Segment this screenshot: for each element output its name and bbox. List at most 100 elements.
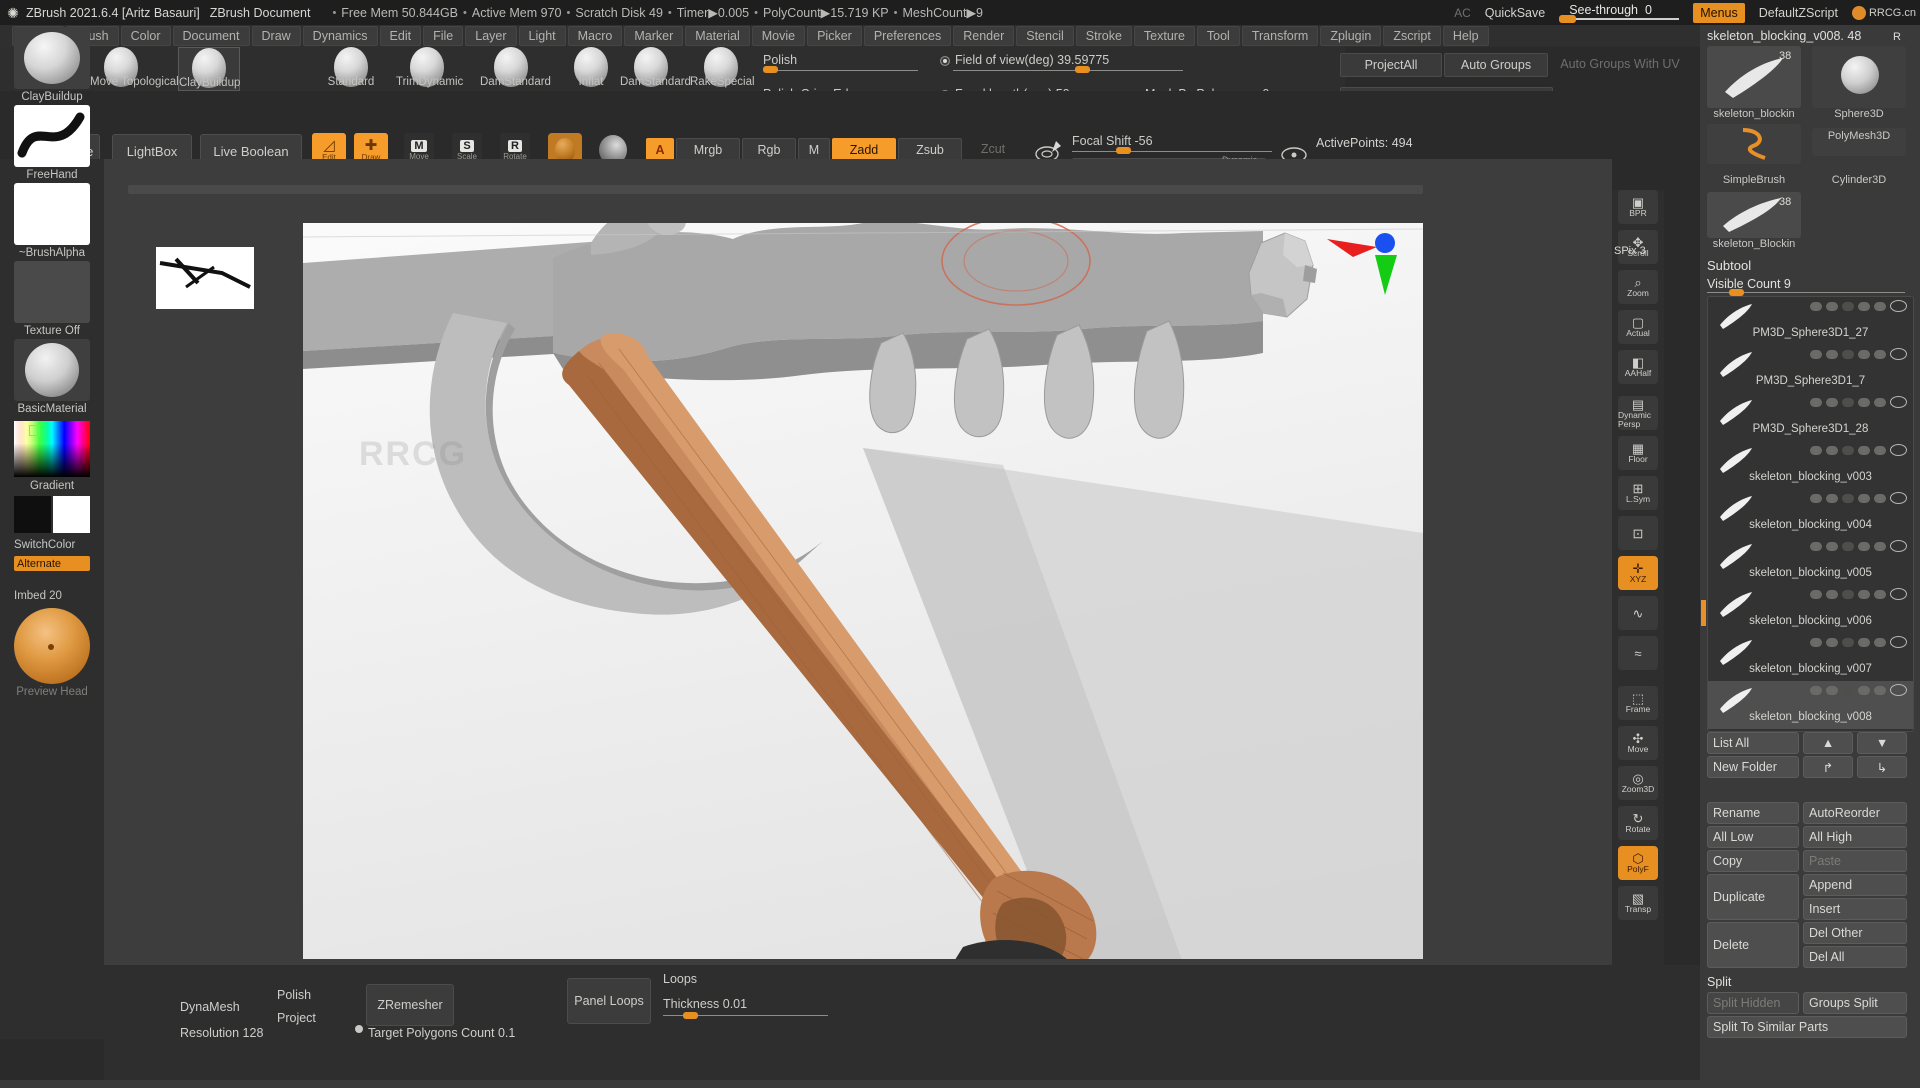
subtool-cage-icon[interactable] [1858, 686, 1870, 695]
subtool-scroll-marker[interactable] [1701, 600, 1706, 626]
del-all-button[interactable]: Del All [1803, 946, 1907, 968]
subtool-polypaint-icon[interactable] [1826, 494, 1838, 503]
tool-slot-2[interactable] [1812, 46, 1906, 108]
polish-slider[interactable]: Polish [763, 53, 918, 71]
tool-slot-simplebrush[interactable] [1707, 124, 1801, 164]
palette-current-texture[interactable]: Texture Off [14, 261, 90, 337]
zoom3d-icon[interactable]: ◎Zoom3D [1618, 766, 1658, 800]
subtool-row[interactable]: PM3D_Sphere3D1_27 [1708, 297, 1913, 345]
canvas-scrollbar[interactable] [128, 185, 1423, 194]
curve2-icon[interactable]: ≈ [1618, 636, 1658, 670]
panel-loops-button[interactable]: Panel Loops [567, 978, 651, 1024]
subtool-row[interactable]: PM3D_Sphere3D1_28 [1708, 393, 1913, 441]
zscript-label[interactable]: DefaultZScript [1759, 6, 1838, 20]
subtool-row[interactable]: skeleton_blocking_v005 [1708, 537, 1913, 585]
subtool-brush-icon[interactable] [1874, 302, 1886, 311]
subtool-visibility-eye-icon[interactable] [1890, 300, 1907, 312]
menu-item-file[interactable]: File [423, 26, 463, 46]
menu-item-light[interactable]: Light [519, 26, 566, 46]
curve1-icon[interactable]: ∿ [1618, 596, 1658, 630]
menu-item-picker[interactable]: Picker [807, 26, 862, 46]
localsym-icon[interactable]: ⊡ [1618, 516, 1658, 550]
target-polygons-label[interactable]: Target Polygons Count 0.1 [368, 1026, 515, 1040]
subtool-icon-row[interactable] [1810, 636, 1907, 648]
brush-claybuildup[interactable]: ClayBuildup [178, 47, 240, 91]
subtool-up-button[interactable]: ▲ [1803, 732, 1853, 754]
all-high-button[interactable]: All High [1803, 826, 1907, 848]
subtool-icon-row[interactable] [1810, 492, 1907, 504]
subtool-cage-icon[interactable] [1858, 590, 1870, 599]
palette-current-material[interactable]: BasicMaterial [14, 339, 90, 415]
subtool-visibility-eye-icon[interactable] [1890, 684, 1907, 696]
menus-button[interactable]: Menus [1693, 3, 1745, 23]
brush-inflat[interactable]: Inflat [560, 47, 622, 91]
menu-item-zscript[interactable]: Zscript [1383, 26, 1441, 46]
subtool-cage-icon[interactable] [1858, 446, 1870, 455]
autoreorder-button[interactable]: AutoReorder [1803, 802, 1907, 824]
subtool-smooth-icon[interactable] [1810, 542, 1822, 551]
subtool-move-down-button[interactable]: ↳ [1857, 756, 1907, 778]
brush-move-topological[interactable]: Move Topological [90, 47, 152, 91]
subtool-shadow-icon[interactable] [1842, 302, 1854, 311]
subtool-row[interactable]: skeleton_blocking_v007 [1708, 633, 1913, 681]
subtool-cage-icon[interactable] [1858, 302, 1870, 311]
menu-item-transform[interactable]: Transform [1242, 26, 1319, 46]
switchcolor-label[interactable]: SwitchColor [14, 539, 90, 551]
visible-count-knob[interactable] [1729, 289, 1744, 296]
subtool-smooth-icon[interactable] [1810, 398, 1822, 407]
subtool-visibility-eye-icon[interactable] [1890, 492, 1907, 504]
brush-standard[interactable]: Standard [320, 47, 382, 91]
new-folder-button[interactable]: New Folder [1707, 756, 1799, 778]
subtool-visibility-eye-icon[interactable] [1890, 444, 1907, 456]
all-low-button[interactable]: All Low [1707, 826, 1799, 848]
menu-item-texture[interactable]: Texture [1134, 26, 1195, 46]
subtool-shadow-icon[interactable] [1842, 494, 1854, 503]
del-other-button[interactable]: Del Other [1803, 922, 1907, 944]
menu-item-zplugin[interactable]: Zplugin [1320, 26, 1381, 46]
duplicate-button[interactable]: Duplicate [1707, 874, 1799, 920]
subtool-icon-row[interactable] [1810, 444, 1907, 456]
subtool-shadow-icon[interactable] [1842, 638, 1854, 647]
palette-current-brush[interactable]: ClayBuildup [14, 27, 90, 103]
menu-item-draw[interactable]: Draw [252, 26, 301, 46]
subtool-visibility-eye-icon[interactable] [1890, 348, 1907, 360]
zcut-button[interactable]: Zcut [964, 138, 1022, 160]
menu-item-dynamics[interactable]: Dynamics [303, 26, 378, 46]
menu-item-tool[interactable]: Tool [1197, 26, 1240, 46]
subtool-brush-icon[interactable] [1874, 446, 1886, 455]
delete-button[interactable]: Delete [1707, 922, 1799, 968]
subtool-polypaint-icon[interactable] [1826, 446, 1838, 455]
subtool-icon-row[interactable] [1810, 684, 1907, 696]
rotate-icon[interactable]: ↻Rotate [1618, 806, 1658, 840]
subtool-smooth-icon[interactable] [1810, 638, 1822, 647]
menu-item-layer[interactable]: Layer [465, 26, 516, 46]
subtool-icon-row[interactable] [1810, 588, 1907, 600]
material-preview[interactable]: Preview Head [14, 608, 90, 698]
subtool-polypaint-icon[interactable] [1826, 302, 1838, 311]
menu-item-render[interactable]: Render [953, 26, 1014, 46]
subtool-brush-icon[interactable] [1874, 638, 1886, 647]
menu-item-document[interactable]: Document [173, 26, 250, 46]
subtool-polypaint-icon[interactable] [1826, 542, 1838, 551]
subtool-cage-icon[interactable] [1858, 398, 1870, 407]
subtool-smooth-icon[interactable] [1810, 446, 1822, 455]
polyf-icon[interactable]: ⬡PolyF [1618, 846, 1658, 880]
subtool-row[interactable]: skeleton_blocking_v006 [1708, 585, 1913, 633]
brush-damstandard[interactable]: DamStandard [620, 47, 682, 91]
menu-item-stroke[interactable]: Stroke [1076, 26, 1132, 46]
subtool-polypaint-icon[interactable] [1826, 350, 1838, 359]
subtool-row[interactable]: PM3D_Sphere3D1_7 [1708, 345, 1913, 393]
secondary-color-swatch[interactable] [53, 496, 90, 533]
menu-item-stencil[interactable]: Stencil [1016, 26, 1074, 46]
menu-item-marker[interactable]: Marker [624, 26, 683, 46]
actual-icon[interactable]: ▢Actual [1618, 310, 1658, 344]
viewport-3d[interactable]: RRCG [303, 203, 1423, 959]
rename-button[interactable]: Rename [1707, 802, 1799, 824]
subtool-smooth-icon[interactable] [1810, 494, 1822, 503]
subtool-polypaint-icon[interactable] [1826, 590, 1838, 599]
subtool-shadow-icon[interactable] [1842, 686, 1854, 695]
frame-icon[interactable]: ⬚Frame [1618, 686, 1658, 720]
split-hidden-button[interactable]: Split Hidden [1707, 992, 1799, 1014]
thickness-knob[interactable] [683, 1012, 698, 1019]
primary-color-swatch[interactable] [14, 496, 51, 533]
